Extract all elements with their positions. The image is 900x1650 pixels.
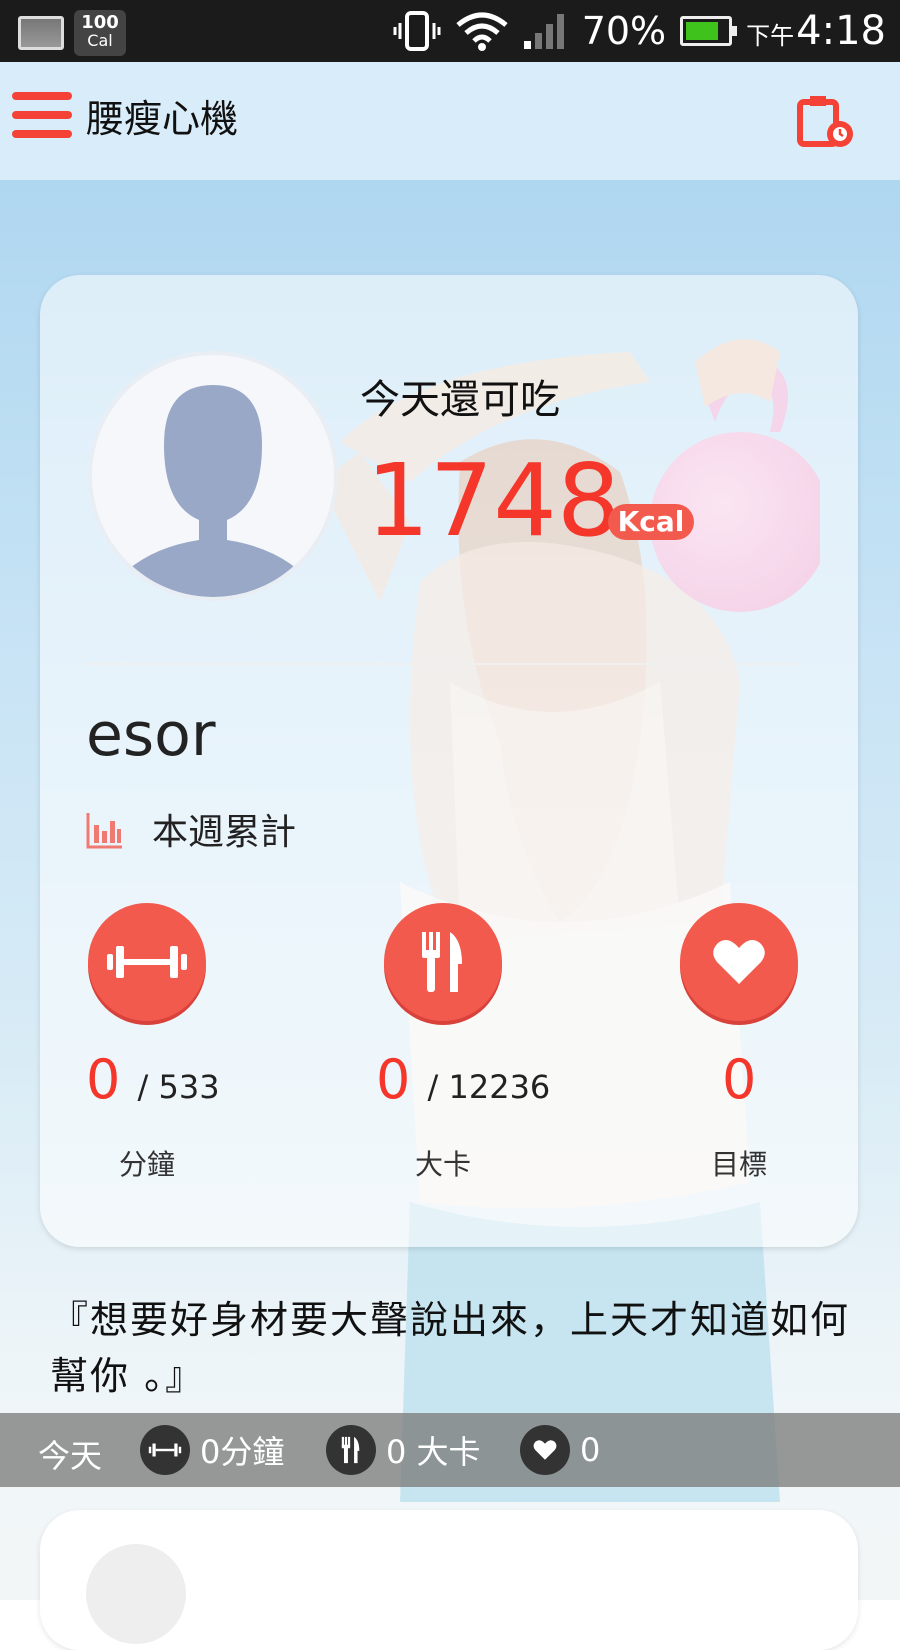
weekly-total-label: 本週累計 <box>152 812 297 853</box>
bar-chart-icon <box>86 813 122 849</box>
wifi-icon <box>456 12 508 51</box>
calorie-app-notification-icon: 100 Cal <box>74 10 126 56</box>
diet-stat-value: 0 / 12236 <box>376 1053 550 1107</box>
next-card <box>40 1510 858 1650</box>
goal-unit: 目標 <box>710 1148 767 1181</box>
today-label: 今天 <box>38 1437 103 1475</box>
menu-button[interactable] <box>12 92 72 148</box>
battery-icon <box>680 16 738 46</box>
system-icons: 70% 下午4:18 <box>392 8 886 54</box>
goal-stat-value: 0 <box>722 1053 756 1107</box>
cal-label: Cal <box>87 31 113 50</box>
divider <box>86 663 798 665</box>
clock-time: 4:18 <box>796 8 886 54</box>
motivational-quote: 『想要好身材要大聲說出來，上天才知道如何幫你 。』 <box>50 1298 851 1398</box>
today-exercise-value: 0分鐘 <box>200 1433 285 1471</box>
signal-icon <box>523 14 564 49</box>
kcal-unit-badge: Kcal <box>608 504 694 540</box>
dumbbell-icon <box>140 1425 190 1475</box>
cal-number: 100 <box>81 12 119 33</box>
clock-prefix: 下午 <box>746 22 795 50</box>
diet-target: / 12236 <box>427 1068 551 1106</box>
exercise-target: / 533 <box>137 1068 220 1106</box>
exercise-stat-button[interactable] <box>88 903 206 1021</box>
image-notification-icon <box>18 16 64 50</box>
calendar-clock-icon <box>797 96 853 147</box>
today-goal: 0 <box>520 1425 600 1475</box>
avatar[interactable] <box>88 351 338 601</box>
battery-percent: 70% <box>581 9 667 53</box>
fork-knife-icon <box>422 932 462 992</box>
remaining-calories-value: 1748 <box>366 442 621 559</box>
status-bar: 100 Cal 70% 下午4:18 <box>0 0 900 62</box>
diet-stat-button[interactable] <box>384 903 502 1021</box>
today-calories: 0 大卡 <box>326 1425 481 1475</box>
vibrate-icon <box>393 11 441 51</box>
daily-summary-card: 今天還可吃 1748 Kcal esor 本週累計 0 / 533 分鐘 0 /… <box>40 275 858 1247</box>
remaining-calories-label: 今天還可吃 <box>360 377 560 423</box>
exercise-unit: 分鐘 <box>118 1148 175 1181</box>
goal-current: 0 <box>722 1048 757 1111</box>
heart-icon <box>520 1425 570 1475</box>
fork-knife-icon <box>326 1425 376 1475</box>
heart-icon <box>713 939 765 984</box>
app-title: 腰瘦心機 <box>86 97 239 141</box>
today-goal-value: 0 <box>580 1431 601 1469</box>
diet-unit: 大卡 <box>414 1148 471 1181</box>
clock: 下午4:18 <box>746 8 886 54</box>
calendar-timer-button[interactable] <box>796 92 856 152</box>
today-calories-value: 0 大卡 <box>386 1433 481 1471</box>
goal-stat-button[interactable] <box>680 903 798 1021</box>
diet-current: 0 <box>376 1048 411 1111</box>
notification-icons: 100 Cal <box>18 10 126 56</box>
exercise-stat-value: 0 / 533 <box>86 1053 220 1107</box>
dumbbell-icon <box>107 946 187 978</box>
exercise-current: 0 <box>86 1048 121 1111</box>
today-exercise: 0分鐘 <box>140 1425 284 1475</box>
default-user-icon <box>104 385 322 597</box>
avatar <box>86 1544 186 1644</box>
today-summary-bar: 今天 0分鐘 0 大卡 0 <box>0 1413 900 1487</box>
username: esor <box>86 700 216 770</box>
